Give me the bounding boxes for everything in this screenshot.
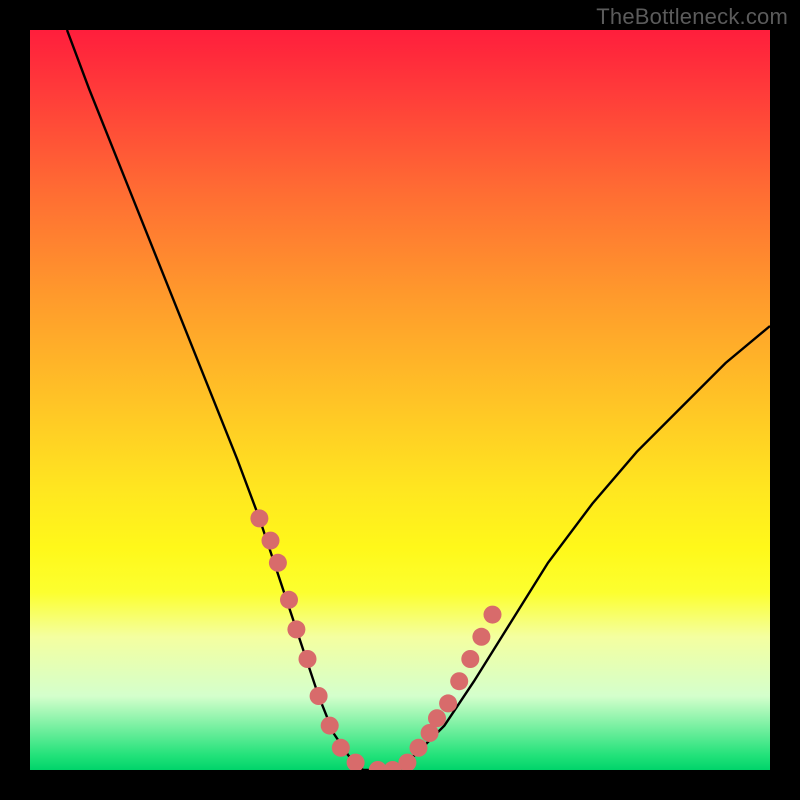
sample-dot — [280, 591, 298, 609]
sample-dot — [321, 717, 339, 735]
sample-dot — [484, 606, 502, 624]
sample-dot — [262, 532, 280, 550]
plot-area — [30, 30, 770, 770]
bottleneck-curve — [67, 30, 770, 770]
watermark-text: TheBottleneck.com — [596, 4, 788, 30]
sample-points — [250, 509, 501, 770]
sample-dot — [310, 687, 328, 705]
sample-dot — [410, 739, 428, 757]
sample-dot — [472, 628, 490, 646]
chart-stage: TheBottleneck.com — [0, 0, 800, 800]
sample-dot — [450, 672, 468, 690]
chart-svg — [30, 30, 770, 770]
sample-dot — [250, 509, 268, 527]
sample-dot — [439, 694, 457, 712]
sample-dot — [269, 554, 287, 572]
sample-dot — [461, 650, 479, 668]
sample-dot — [428, 709, 446, 727]
sample-dot — [332, 739, 350, 757]
sample-dot — [299, 650, 317, 668]
sample-dot — [287, 620, 305, 638]
